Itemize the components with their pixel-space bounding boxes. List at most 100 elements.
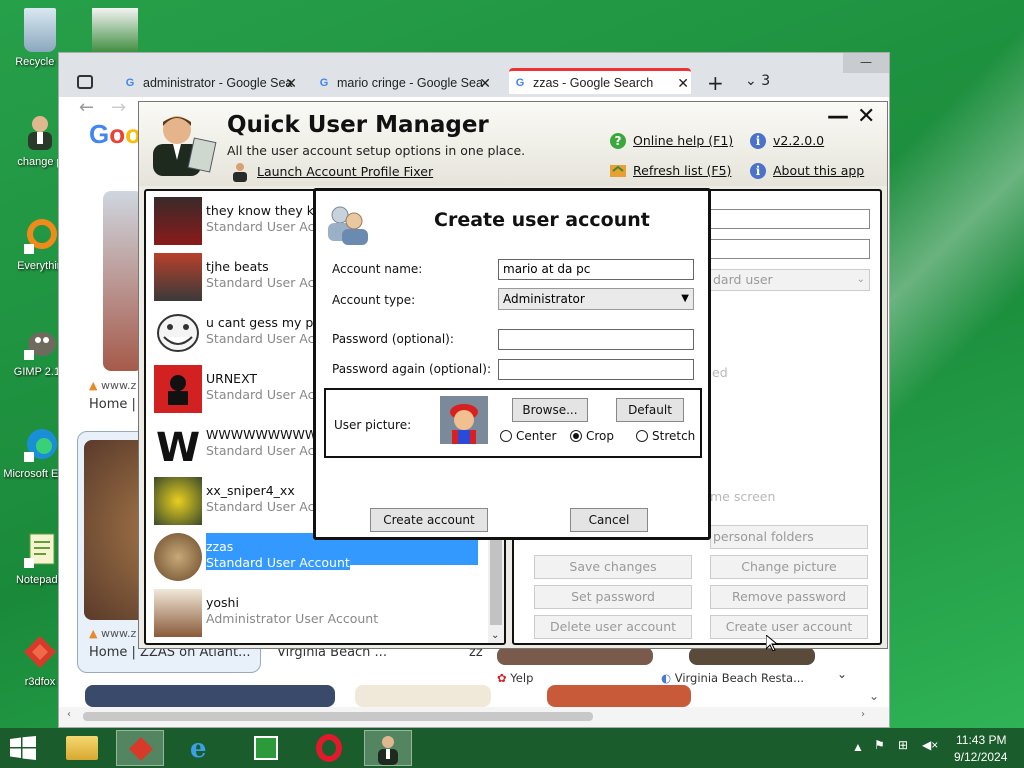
taskbar-file-explorer[interactable] <box>58 730 106 766</box>
horizontal-scrollbar[interactable]: ‹ › <box>59 707 889 727</box>
change-picture-button[interactable]: Change picture <box>710 555 868 579</box>
result-title-1[interactable]: Home | <box>89 397 136 412</box>
google-favicon-icon: G <box>125 77 135 89</box>
taskbar-quick-user-manager[interactable] <box>364 730 412 766</box>
launch-profile-fixer-link[interactable]: Launch Account Profile Fixer <box>257 164 433 179</box>
horizontal-scroll-thumb[interactable] <box>83 712 593 721</box>
info-icon: i <box>749 162 767 180</box>
tab-list-button[interactable]: ⌄ 3 <box>745 73 770 89</box>
refresh-list-link[interactable]: Refresh list (F5) <box>633 163 731 178</box>
taskbar-r3dfox[interactable] <box>116 730 164 766</box>
user-avatar <box>154 309 202 357</box>
radio-button[interactable] <box>636 430 648 442</box>
start-windows-icon[interactable] <box>10 736 36 760</box>
r3dfox-icon <box>129 737 153 761</box>
google-logo: Goo <box>89 119 142 149</box>
user-avatar <box>154 253 202 301</box>
password-input[interactable] <box>498 329 694 350</box>
notepad-icon <box>20 530 60 570</box>
version-link[interactable]: v2.2.0.0 <box>773 133 824 148</box>
chevron-down-icon: ⌄ <box>745 73 757 89</box>
set-password-button[interactable]: Set password <box>534 585 692 609</box>
dialog-title: Create user account <box>434 209 650 231</box>
taskbar-store[interactable] <box>242 730 290 766</box>
save-changes-button[interactable]: Save changes <box>534 555 692 579</box>
taskbar-opera[interactable] <box>306 730 354 766</box>
scroll-right-icon[interactable]: › <box>861 709 865 720</box>
tray-expand-icon[interactable]: ▲ <box>852 740 864 754</box>
volume-muted-icon[interactable]: ◀× <box>922 738 938 752</box>
details-fragment-text: ed <box>712 365 728 380</box>
mouse-cursor-icon <box>765 633 779 652</box>
details-fullname-field[interactable] <box>710 239 870 259</box>
help-icon: ? <box>609 132 627 150</box>
browser-tab-zzas[interactable]: G zzas - Google Search ✕ <box>509 68 691 94</box>
list-item-user[interactable]: yoshi Administrator User Account <box>154 587 484 641</box>
close-button[interactable]: ✕ <box>857 104 875 129</box>
taskbar: e ▲ ⚑ ⊞ ◀× 11:43 PM 9/12/2024 <box>0 728 1024 768</box>
network-icon[interactable]: ⊞ <box>898 738 908 752</box>
recycle-bin-icon <box>24 8 56 52</box>
account-name-input[interactable]: mario at da pc <box>498 259 694 280</box>
clock-date[interactable]: 9/12/2024 <box>954 750 1007 764</box>
password-again-input[interactable] <box>498 359 694 380</box>
new-tab-button[interactable]: + <box>707 71 724 95</box>
personal-folders-button[interactable]: personal folders <box>710 525 868 549</box>
remove-password-button[interactable]: Remove password <box>710 585 868 609</box>
create-user-account-button[interactable]: Create user account <box>710 615 868 639</box>
radio-center[interactable]: Center <box>500 429 556 443</box>
account-name-label: Account name: <box>332 262 423 276</box>
user-avatar <box>154 533 202 581</box>
browser-tab-mario-cringe[interactable]: G mario cringe - Google Sea ✕ <box>313 71 493 97</box>
result-image-bottom-3[interactable] <box>547 685 691 707</box>
chevron-down-icon[interactable]: ⌄ <box>837 667 847 681</box>
radio-button[interactable] <box>500 430 512 442</box>
result-image-bottom-1[interactable] <box>85 685 335 707</box>
radio-button-selected[interactable] <box>570 430 582 442</box>
details-account-type-select[interactable]: dard user ⌄ <box>710 269 870 291</box>
online-help-link[interactable]: Online help (F1) <box>633 133 733 148</box>
radio-crop[interactable]: Crop <box>570 429 614 443</box>
search-ring-icon <box>20 216 60 256</box>
scroll-down-icon[interactable]: ⌄ <box>869 689 879 703</box>
close-tab-icon[interactable]: ✕ <box>479 71 491 95</box>
result-site-1: ▲ www.z <box>89 379 137 392</box>
browse-button[interactable]: Browse... <box>512 398 588 422</box>
clock-time[interactable]: 11:43 PM <box>956 733 1006 747</box>
browser-tab-administrator[interactable]: G administrator - Google Sea ✕ <box>119 71 299 97</box>
app-logo-user-icon <box>147 110 217 178</box>
account-type-select[interactable]: Administrator ▼ <box>498 288 694 310</box>
scroll-left-icon[interactable]: ‹ <box>67 709 71 720</box>
cancel-button[interactable]: Cancel <box>570 508 648 532</box>
create-account-button[interactable]: Create account <box>370 508 488 532</box>
default-button[interactable]: Default <box>616 398 684 422</box>
radio-stretch[interactable]: Stretch <box>636 429 695 443</box>
user-avatar <box>154 589 202 637</box>
delete-user-account-button[interactable]: Delete user account <box>534 615 692 639</box>
result-yelp[interactable]: ✿ Yelp <box>497 671 533 685</box>
back-arrow-icon[interactable]: ← <box>79 97 94 118</box>
browser-minimize-button[interactable]: — <box>843 53 889 73</box>
result-image-yelp[interactable] <box>497 647 653 665</box>
google-favicon-icon: G <box>515 77 525 89</box>
forward-arrow-icon[interactable]: → <box>111 97 126 118</box>
details-name-field[interactable] <box>710 209 870 229</box>
chevron-down-icon[interactable]: ⌄ <box>491 630 499 641</box>
desktop-thumbnail-image[interactable] <box>92 8 138 54</box>
opera-icon <box>316 734 342 762</box>
user-icon <box>378 736 398 765</box>
minimize-button[interactable]: — <box>827 104 849 129</box>
about-app-link[interactable]: About this app <box>773 163 864 178</box>
network-status-icon[interactable]: ⚑ <box>874 738 885 752</box>
edge-icon <box>20 424 60 464</box>
taskbar-internet-explorer[interactable]: e <box>180 730 228 766</box>
tab-overview-icon[interactable] <box>77 75 93 89</box>
result-image-1[interactable] <box>103 191 143 371</box>
close-tab-icon[interactable]: ✕ <box>285 71 297 95</box>
close-tab-icon[interactable]: ✕ <box>677 71 689 94</box>
result-vb-resta[interactable]: ◐ Virginia Beach Resta... <box>661 671 804 685</box>
user-picture-preview <box>440 396 488 444</box>
result-image-vb[interactable] <box>689 647 815 665</box>
refresh-icon <box>609 162 627 180</box>
result-image-bottom-2[interactable] <box>355 685 491 707</box>
